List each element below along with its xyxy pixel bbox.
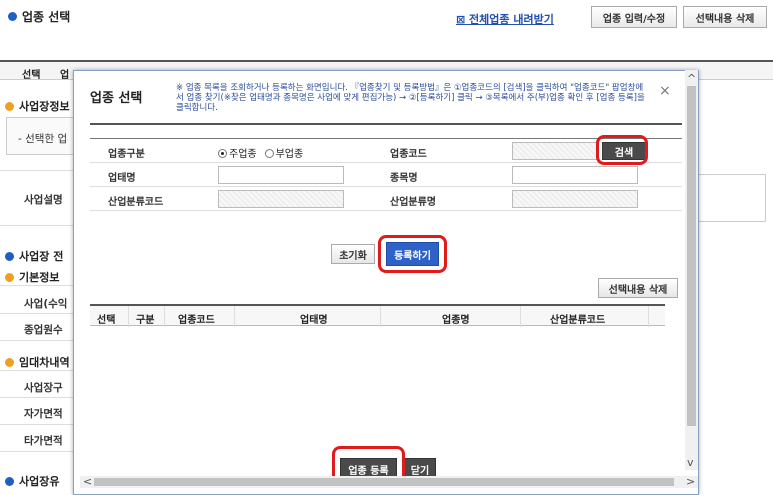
divider: [0, 451, 80, 452]
business-revenue-label: 사업(수익: [24, 298, 68, 310]
bullet-icon: [8, 12, 17, 21]
download-all-link[interactable]: ⊠ 전체업종 내려받기: [456, 11, 554, 27]
divider: [0, 313, 80, 314]
bullet-icon: [5, 251, 14, 261]
divider: [90, 123, 682, 125]
divider: [0, 340, 80, 341]
type-radio-group: 주업종 부업종: [218, 145, 303, 160]
register-button[interactable]: 등록하기: [386, 242, 439, 266]
description-label: 사업설명: [24, 194, 63, 206]
bullet-icon: [5, 357, 14, 367]
close-icon[interactable]: ×: [659, 83, 671, 99]
section-business-status: 사업장 전: [5, 248, 63, 264]
divider: [164, 306, 165, 327]
industry-grid-header: 선택 구분 업종코드 업태명 업종명 산업분류코드: [90, 304, 665, 327]
modal-notice: ※ 업종 목록을 조회하거나 등록하는 화면입니다. 『업종찾기 및 등록방법』…: [176, 83, 645, 113]
reset-button[interactable]: 초기화: [331, 244, 375, 264]
divider: [0, 370, 80, 371]
bullet-icon: [5, 272, 14, 282]
form-row-type: 업종구분 주업종 부업종 업종코드 검색: [90, 139, 682, 163]
scroll-up-icon[interactable]: ^: [687, 72, 696, 85]
bg-description-input: [696, 174, 766, 222]
selected-row-label: - 선택한 업: [18, 133, 68, 145]
scroll-thumb[interactable]: [94, 478, 674, 486]
modal-title: 업종 선택: [90, 91, 143, 106]
bg-col-select: 선택: [22, 70, 41, 81]
divider: [380, 306, 381, 327]
grid-col-business-name: 업태명: [300, 315, 328, 326]
industry-code-field: [512, 142, 598, 160]
form-row-industry-class: 산업분류코드 산업분류명: [90, 187, 682, 211]
search-button[interactable]: 검색: [602, 142, 646, 160]
business-name-input[interactable]: [218, 166, 344, 184]
section-business-bottom: 사업장유: [5, 473, 59, 489]
form-row-names: 업태명 종목명: [90, 163, 682, 187]
code-label: 업종코드: [390, 149, 427, 160]
radio-sub-industry[interactable]: 부업종: [264, 145, 303, 160]
bullet-icon: [5, 101, 14, 111]
grid-col-type: 구분: [136, 315, 155, 326]
industry-class-name-field: [512, 190, 638, 208]
divider: [234, 306, 235, 327]
vertical-scrollbar[interactable]: ^ v: [685, 70, 698, 470]
radio-main-industry[interactable]: 주업종: [218, 145, 257, 160]
grid-col-industry-name: 업종명: [442, 315, 470, 326]
industry-class-code-field: [218, 190, 344, 208]
industry-select-modal: 업종 선택 ※ 업종 목록을 조회하거나 등록하는 화면입니다. 『업종찾기 및…: [73, 70, 699, 495]
business-type-label: 사업장구: [24, 382, 63, 394]
delete-selected-button[interactable]: 선택내용 삭제: [598, 278, 678, 298]
download-icon: ⊠: [456, 13, 470, 26]
grid-col-code: 업종코드: [178, 315, 215, 326]
radio-checked-icon: [218, 149, 227, 158]
divider: [0, 285, 80, 286]
bullet-icon: [5, 476, 14, 486]
divider: [0, 397, 80, 398]
scroll-thumb[interactable]: [687, 86, 696, 426]
divider: [0, 424, 80, 425]
employees-label: 종업원수: [24, 324, 63, 336]
scroll-right-icon[interactable]: >: [686, 475, 695, 488]
page-title: 업종 선택: [8, 8, 70, 25]
divider: [128, 306, 129, 327]
scroll-left-icon[interactable]: <: [83, 475, 92, 488]
divider: [0, 225, 80, 226]
divider: [648, 306, 649, 327]
other-area-label: 타가면적: [24, 435, 63, 447]
business-name-label: 업태명: [108, 173, 136, 184]
page: 업종 선택 ⊠ 전체업종 내려받기 업종 입력/수정 선택내용 삭제 선택 업 …: [0, 0, 773, 495]
own-area-label: 자가면적: [24, 408, 63, 420]
divider: [520, 306, 521, 327]
grid-col-select: 선택: [97, 315, 116, 326]
item-name-label: 종목명: [390, 173, 418, 184]
bg-col-2: 업: [60, 70, 70, 81]
bg-delete-selected-button[interactable]: 선택내용 삭제: [683, 6, 767, 28]
section-basic-info: 기본정보: [5, 269, 59, 285]
radio-unchecked-icon: [264, 149, 274, 158]
item-name-input[interactable]: [512, 166, 638, 184]
section-business-info: 사업장정보: [5, 98, 70, 114]
input-edit-button[interactable]: 업종 입력/수정: [591, 6, 677, 28]
industry-name-label: 산업분류명: [390, 197, 436, 208]
page-title-text: 업종 선택: [22, 10, 71, 24]
scroll-down-icon[interactable]: v: [687, 456, 694, 469]
industry-code-label: 산업분류코드: [108, 197, 164, 208]
horizontal-scrollbar[interactable]: < >: [80, 475, 698, 488]
grid-col-class-code: 산업분류코드: [550, 315, 606, 326]
search-form: 업종구분 주업종 부업종 업종코드 검색 업태명 종목명 산업분류코드 산업분류…: [90, 138, 682, 211]
section-rental: 임대차내역: [5, 354, 70, 370]
type-label: 업종구분: [108, 149, 145, 160]
divider: [0, 170, 80, 171]
